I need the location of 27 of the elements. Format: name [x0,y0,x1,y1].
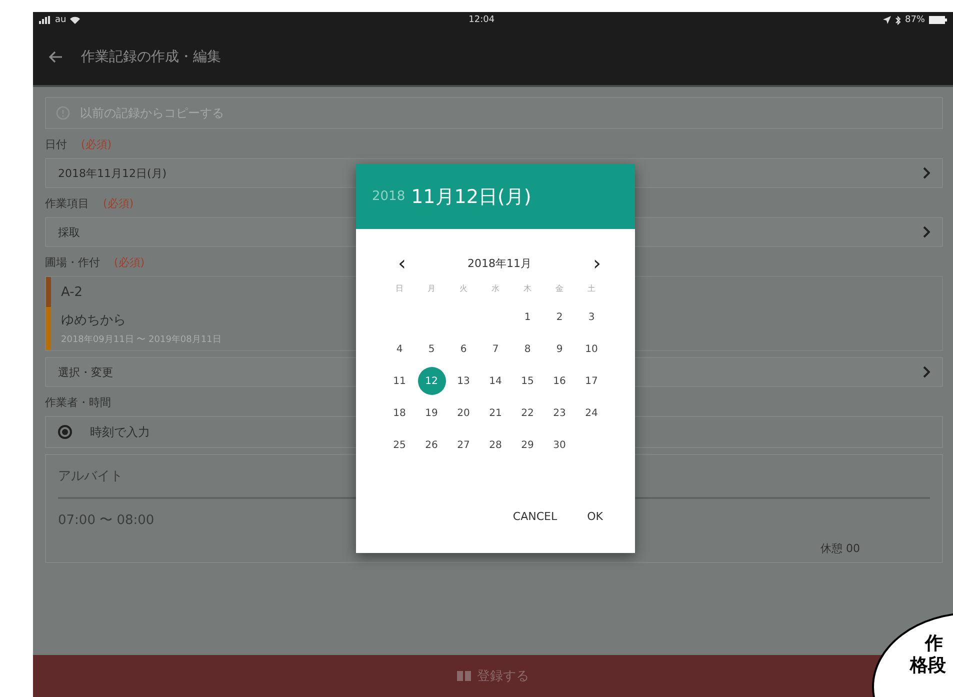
section-label: 作業項目 [45,196,89,211]
worker-name: アルバイト [58,468,123,485]
section-label: 作業者・時間 [45,395,111,410]
callout-text: 格段 [910,656,947,676]
selected-date: 11月12日(月) [411,184,532,210]
callout-text: 作 [924,634,944,654]
weekday-label: 火 [458,283,468,295]
time-range: 07:00 〜 08:00 [58,512,154,529]
required-tag: (必須) [114,255,145,270]
carrier-name: au [55,15,66,25]
break-time: 休憩 00 [820,541,861,557]
clock: 12:04 [468,15,495,25]
battery-level: 87% [904,15,925,25]
month-label: 2018年11月 [468,256,532,270]
required-tag: (必須) [103,196,134,211]
weekday-label: 水 [490,283,500,295]
section-label: 日付 [45,137,67,152]
section-label: 圃場・作付 [45,255,100,270]
weekday-label: 金 [554,283,564,295]
field-name: ゆめちから [61,312,127,329]
weekday-label: 日 [394,283,404,295]
required-tag: (必須) [81,137,112,152]
field-name: A-2 [61,284,83,300]
weekday-label: 木 [522,283,532,295]
weekday-label: 土 [586,283,596,295]
weekday-label: 月 [426,283,436,295]
screen-title: 作業記録の作成・編集 [81,48,221,66]
